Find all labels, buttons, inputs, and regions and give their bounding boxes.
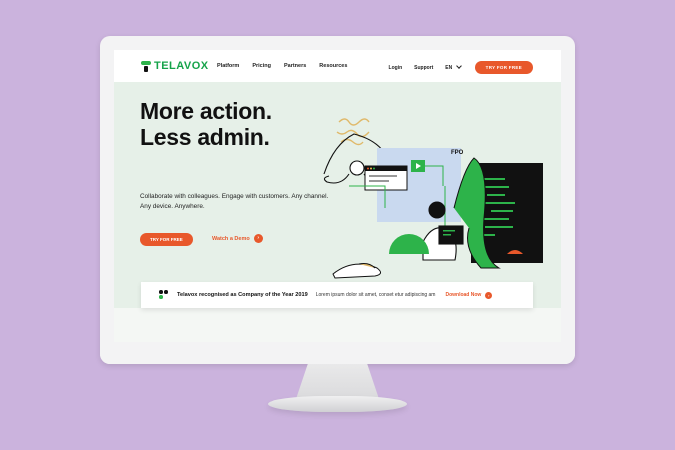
- logo-text: TELAVOX: [154, 60, 209, 72]
- nav-links: Platform Pricing Partners Resources: [217, 63, 360, 69]
- banner-text: Lorem ipsum dolor sit amet, conset etur …: [315, 292, 436, 298]
- language-value: EN: [445, 64, 453, 71]
- banner-dots-icon: [159, 290, 169, 300]
- below-fold-area: [114, 308, 561, 342]
- nav-try-free-button[interactable]: TRY FOR FREE: [474, 61, 533, 74]
- hero-subtitle: Collaborate with colleagues. Engage with…: [140, 193, 329, 210]
- browser-screen: TELAVOX Platform Pricing Partners Resour…: [114, 50, 561, 342]
- play-button-icon: [411, 160, 425, 172]
- chevron-down-icon: [455, 62, 462, 69]
- support-link[interactable]: Support: [414, 65, 433, 71]
- monitor-base: [268, 396, 407, 412]
- language-select[interactable]: EN: [445, 62, 462, 71]
- person-lying: [332, 263, 381, 279]
- hero-illustration: [323, 118, 543, 279]
- award-banner: Telavox recognised as Company of the Yea…: [141, 282, 533, 308]
- watch-demo-label: Watch a Demo: [212, 235, 250, 242]
- green-half-circle: [389, 234, 429, 254]
- nav-item-pricing[interactable]: Pricing: [252, 63, 271, 69]
- watch-demo-link[interactable]: Watch a Demo ›: [212, 234, 263, 243]
- logo[interactable]: TELAVOX: [141, 60, 209, 72]
- nav-item-resources[interactable]: Resources: [319, 63, 347, 69]
- nav-item-platform[interactable]: Platform: [217, 63, 239, 69]
- headline-line-1: More action.: [140, 98, 272, 124]
- arrow-right-icon: ›: [485, 291, 493, 299]
- download-now-link[interactable]: Download Now ›: [445, 291, 493, 299]
- arrow-right-icon: ›: [253, 234, 263, 243]
- nav-right: Login Support EN TRY FOR FREE: [389, 61, 561, 74]
- hero-try-free-button[interactable]: TRY FOR FREE: [140, 233, 193, 246]
- fpo-label: FPO: [451, 150, 464, 156]
- monitor-screen-holder: TELAVOX Platform Pricing Partners Resour…: [100, 36, 575, 364]
- hero-headline: More action. Less admin.: [140, 98, 272, 150]
- squiggle-pattern-top: [336, 118, 370, 146]
- top-nav: TELAVOX Platform Pricing Partners Resour…: [114, 50, 561, 82]
- telavox-logo-icon: [141, 60, 151, 72]
- banner-title: Telavox recognised as Company of the Yea…: [177, 292, 308, 298]
- nav-item-partners[interactable]: Partners: [284, 63, 306, 69]
- download-now-label: Download Now: [445, 292, 482, 298]
- headline-line-2: Less admin.: [140, 124, 270, 150]
- login-link[interactable]: Login: [389, 65, 403, 71]
